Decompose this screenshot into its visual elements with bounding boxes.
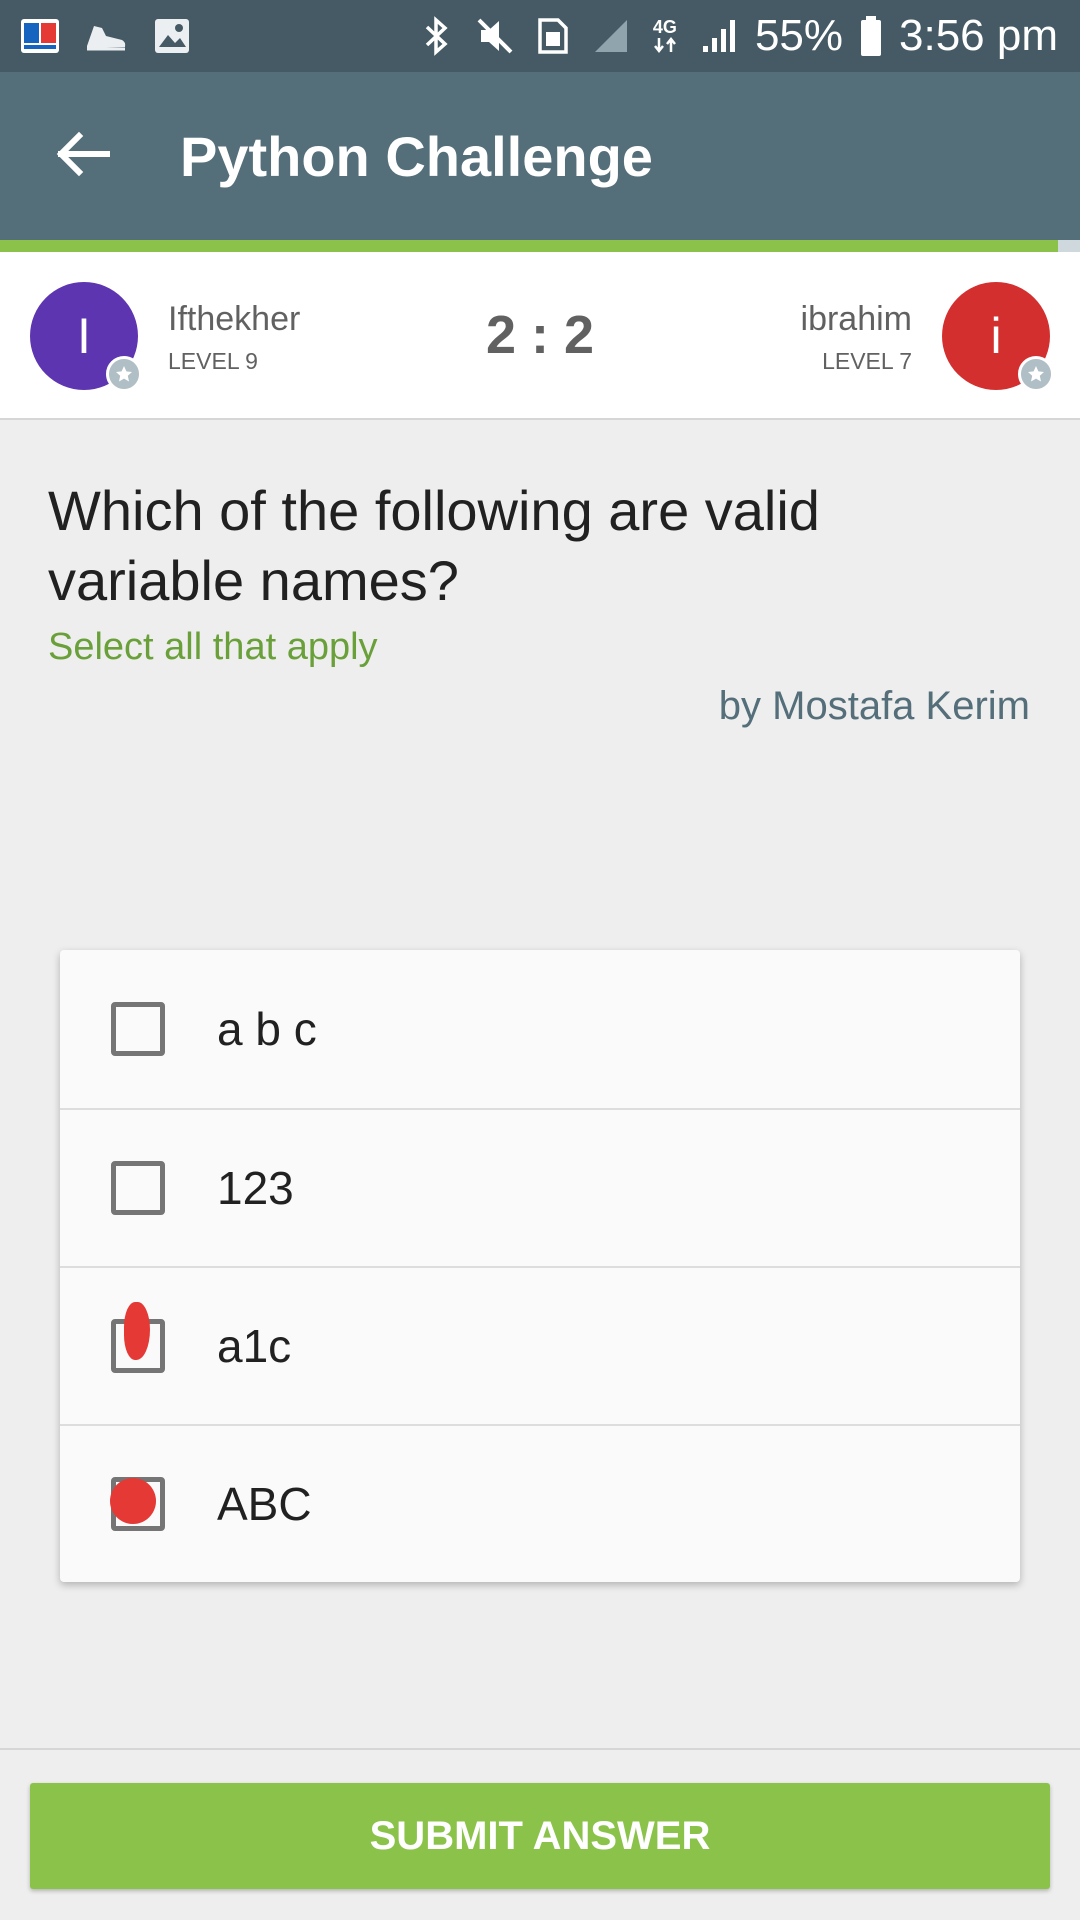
option-label: a b c (217, 1003, 317, 1055)
question-hint: Select all that apply (48, 626, 378, 668)
clock: 3:56 pm (899, 11, 1058, 60)
player-right-level: LEVEL 7 (822, 348, 912, 374)
notification-icons (0, 14, 194, 58)
back-button[interactable] (28, 101, 138, 211)
checkbox[interactable] (111, 1161, 165, 1215)
signal-bars-icon (697, 14, 741, 58)
red-mark (110, 1478, 156, 1524)
app-bar: Python Challenge (0, 72, 1080, 240)
red-mark (124, 1302, 150, 1360)
app-title: Python Challenge (180, 124, 653, 188)
progress-strip (0, 240, 1080, 252)
shoe-app-icon (84, 14, 128, 58)
dictionary-app-icon (18, 14, 62, 58)
avatar-player-right[interactable]: i (942, 282, 1054, 392)
bluetooth-icon (415, 14, 459, 58)
arrow-left-icon (55, 130, 111, 183)
option-abc-upper[interactable]: ABC (60, 1424, 1020, 1582)
match-header: I Ifthekher LEVEL 9 2 : 2 ibrahim LEVEL … (0, 252, 1080, 420)
option-123[interactable]: 123 (60, 1108, 1020, 1266)
data-4g-icon: 4G (647, 14, 683, 58)
sim-icon (531, 14, 575, 58)
question-author: by Mostafa Kerim (718, 684, 1030, 728)
battery-percent: 55% (754, 11, 844, 60)
score: 2 : 2 (485, 305, 595, 365)
status-bar: 4G 55% 3:56 pm (0, 0, 1080, 72)
checkbox[interactable] (111, 1002, 165, 1056)
option-label: 123 (217, 1162, 294, 1214)
question-text: Which of the following are valid variabl… (48, 479, 820, 612)
checkbox[interactable] (110, 1477, 165, 1531)
avatar-initial: i (990, 308, 1002, 364)
checkbox[interactable] (111, 1302, 165, 1373)
answer-options: a b c 123 a1c ABC (60, 950, 1020, 1582)
option-a1c[interactable]: a1c (60, 1266, 1020, 1424)
submit-answer-button[interactable]: SUBMIT ANSWER (30, 1783, 1050, 1889)
option-abc-spaced[interactable]: a b c (60, 950, 1020, 1108)
player-right-name: ibrahim (800, 300, 912, 338)
progress-fill (0, 240, 1059, 252)
mute-icon (473, 14, 517, 58)
battery-icon (857, 14, 885, 58)
option-label: ABC (217, 1478, 312, 1530)
star-icon (1018, 356, 1054, 392)
gallery-icon (150, 14, 194, 58)
signal-icon (589, 14, 633, 58)
option-label: a1c (217, 1320, 292, 1372)
system-icons: 4G 55% 3:56 pm (415, 11, 1080, 61)
bottom-divider (0, 1748, 1080, 1750)
